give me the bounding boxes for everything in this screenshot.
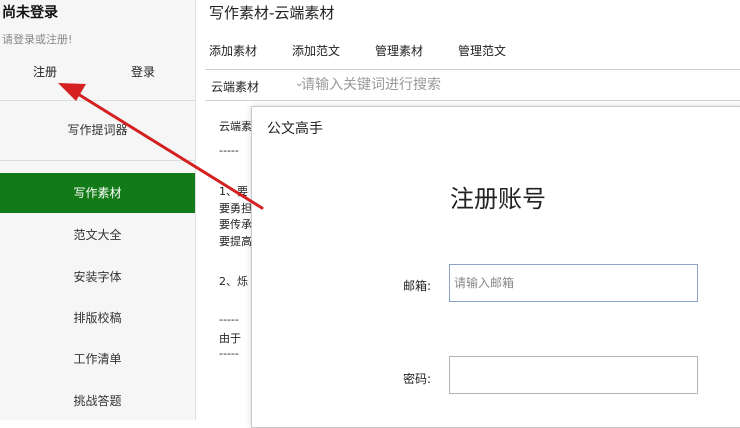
divider [0, 160, 195, 161]
user-status: 尚未登录 [2, 5, 58, 21]
register-dialog: 公文高手 注册账号 邮箱: 密码: [251, 106, 740, 428]
list-item: ----- [219, 313, 239, 326]
menu-add-essay[interactable]: 添加范文 [292, 42, 340, 59]
dialog-title: 公文高手 [267, 121, 323, 137]
list-item: 要提高 [219, 235, 252, 248]
sidebar-item-task-list[interactable]: 工作清单 [0, 339, 195, 379]
list-item: 要勇担 [219, 202, 252, 215]
search-bar: 云端素材 ⌄ [205, 69, 740, 101]
menu-manage-essays[interactable]: 管理范文 [458, 42, 506, 59]
register-button[interactable]: 注册 [33, 63, 57, 80]
sidebar: 尚未登录 请登录或注册! 注册 登录 写作提词器 写作素材 范文大全 安装字体 … [0, 0, 196, 420]
sidebar-item-quiz-challenge[interactable]: 挑战答题 [0, 381, 195, 421]
list-item: 要传承 [219, 218, 252, 231]
email-label: 邮箱: [403, 279, 432, 293]
sidebar-item-writing-material[interactable]: 写作素材 [0, 173, 195, 213]
divider [0, 100, 195, 101]
list-item: 1、要 [219, 185, 248, 198]
list-item: 云端素 [219, 120, 252, 133]
sidebar-item-sample-essays[interactable]: 范文大全 [0, 215, 195, 255]
menu-add-material[interactable]: 添加素材 [209, 42, 257, 59]
list-item: ----- [219, 347, 239, 360]
password-label: 密码: [403, 372, 432, 386]
list-item: 由于 [219, 332, 241, 345]
login-prompt: 请登录或注册! [2, 33, 73, 46]
search-input[interactable] [299, 74, 723, 96]
category-select[interactable]: 云端素材 [211, 78, 259, 95]
password-field[interactable] [449, 356, 698, 394]
sidebar-item-install-fonts[interactable]: 安装字体 [0, 257, 195, 297]
menu-manage-material[interactable]: 管理素材 [375, 42, 423, 59]
dialog-heading: 注册账号 [450, 185, 546, 213]
email-field[interactable] [449, 264, 698, 302]
login-button[interactable]: 登录 [131, 63, 155, 80]
list-item: 2、烁 [219, 275, 248, 288]
list-item: ----- [219, 144, 239, 157]
page-title: 写作素材-云端素材 [209, 4, 335, 22]
sidebar-item-proofreading[interactable]: 排版校稿 [0, 298, 195, 338]
sidebar-item-writing-prompter[interactable]: 写作提词器 [0, 110, 195, 150]
